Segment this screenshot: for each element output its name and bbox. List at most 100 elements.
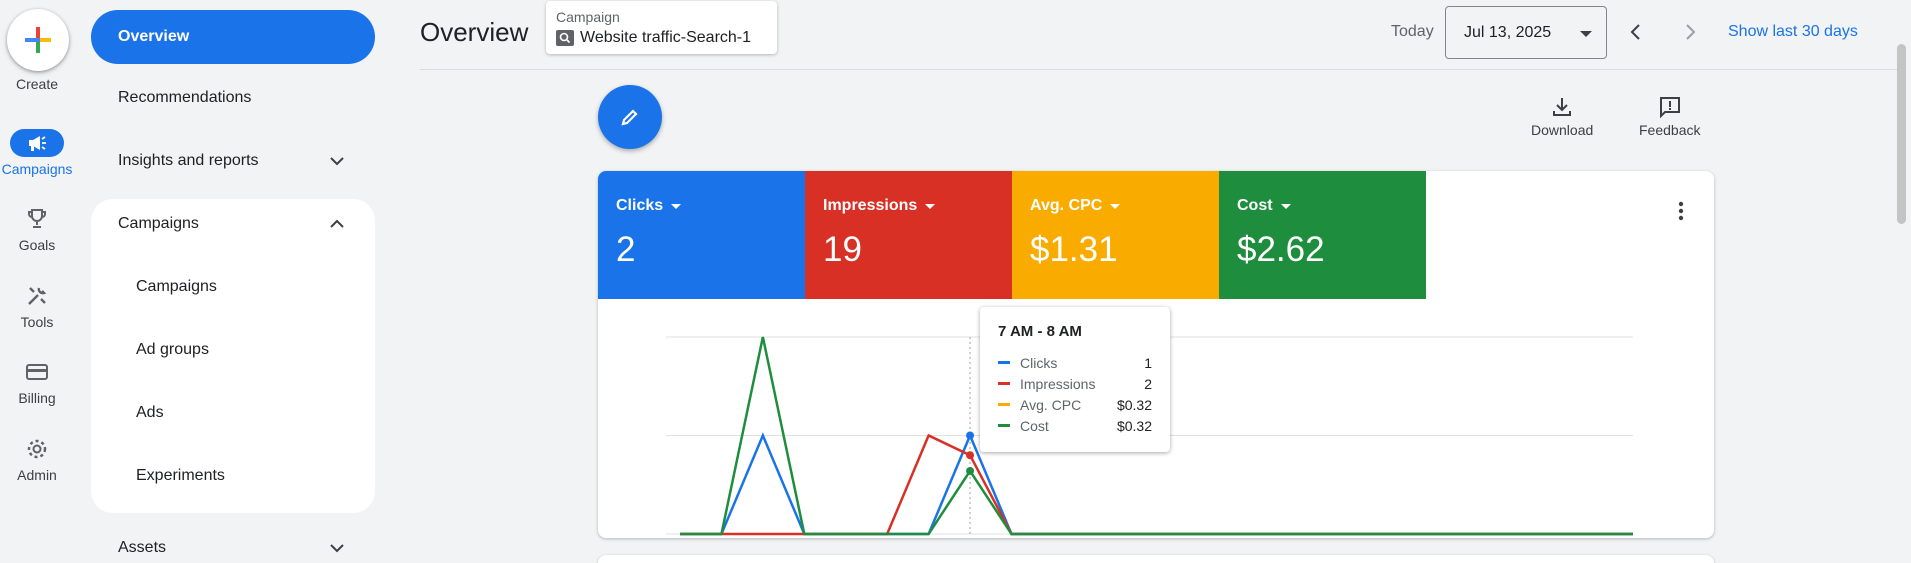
tooltip-label: Cost [1020, 417, 1049, 434]
nav-sub-ad-groups[interactable]: Ad groups [136, 341, 209, 359]
create-button[interactable] [7, 9, 69, 71]
lower-card [598, 555, 1714, 563]
campaign-value: Website traffic-Search-1 [580, 29, 752, 46]
nav-sub-label: Campaigns [136, 278, 217, 295]
legend-swatch [998, 424, 1010, 427]
rail-item-admin[interactable]: Admin [0, 435, 74, 483]
nav-sub-campaigns[interactable]: Campaigns [136, 278, 217, 296]
metric-clicks[interactable]: Clicks 2 [598, 171, 805, 299]
page-title: Overview [420, 17, 529, 47]
nav-sub-label: Ad groups [136, 341, 209, 358]
data-point-clicks [966, 431, 975, 440]
search-campaign-icon [556, 30, 574, 46]
nav-insights[interactable]: Insights and reports [118, 152, 375, 170]
nav-overview-label: Overview [118, 28, 190, 45]
campaign-label: Campaign [556, 9, 620, 25]
campaign-selector[interactable]: Campaign Website traffic-Search-1 [546, 1, 777, 54]
chevron-down-icon [330, 544, 344, 553]
nav-sub-ads[interactable]: Ads [136, 404, 164, 422]
gear-icon [27, 439, 47, 459]
tooltip-row: Clicks 1 [998, 352, 1152, 373]
page-scrollbar[interactable] [1897, 44, 1906, 224]
header-divider [420, 69, 1900, 70]
today-label: Today [1391, 23, 1434, 40]
dropdown-arrow-icon [1280, 203, 1291, 209]
download-button[interactable]: Download [1531, 95, 1593, 138]
data-point-impressions [966, 451, 975, 460]
chevron-up-icon [330, 219, 344, 228]
more-vert-icon[interactable] [1678, 201, 1684, 221]
metric-name: Avg. CPC [1030, 197, 1103, 214]
nav-assets-label: Assets [118, 539, 167, 556]
tools-icon [28, 287, 47, 305]
nav-sub-experiments[interactable]: Experiments [136, 467, 225, 485]
chevron-down-icon [330, 157, 344, 166]
nav-sub-label: Ads [136, 404, 164, 421]
credit-card-icon [26, 364, 48, 380]
tooltip-row: Cost $0.32 [998, 415, 1152, 436]
legend-swatch [998, 361, 1010, 364]
data-point-cost [966, 466, 975, 475]
rail-item-goals[interactable]: Goals [0, 205, 74, 253]
rail-item-campaigns[interactable]: Campaigns [0, 129, 74, 177]
metric-name: Clicks [616, 197, 664, 214]
tooltip-value: 2 [1144, 375, 1152, 392]
show-last-30-days-link[interactable]: Show last 30 days [1728, 23, 1858, 41]
metric-name: Impressions [823, 197, 918, 214]
tooltip-label: Clicks [1020, 354, 1058, 371]
tooltip-row: Impressions 2 [998, 373, 1152, 394]
date-value: Jul 13, 2025 [1464, 23, 1552, 41]
rail-label-goals: Goals [18, 237, 56, 253]
rail-label-billing: Billing [18, 390, 56, 406]
nav-campaigns-group [91, 199, 375, 513]
nav-insights-label: Insights and reports [118, 152, 259, 169]
download-icon [1553, 98, 1572, 116]
tooltip-value: $0.32 [1116, 417, 1152, 434]
trophy-icon [28, 209, 46, 228]
date-selector[interactable]: Jul 13, 2025 [1445, 6, 1607, 59]
feedback-icon [1659, 97, 1680, 119]
feedback-button[interactable]: Feedback [1639, 95, 1700, 138]
tooltip-label: Impressions [1020, 375, 1096, 392]
feedback-label: Feedback [1639, 122, 1701, 138]
metric-value: $2.62 [1237, 230, 1325, 269]
metric-value: $1.31 [1030, 230, 1118, 269]
legend-swatch [998, 403, 1010, 406]
dropdown-arrow-icon [1110, 203, 1121, 209]
edit-button[interactable] [598, 85, 662, 149]
tooltip-row: Avg. CPC $0.32 [998, 394, 1152, 415]
nav-campaigns-header[interactable]: Campaigns [118, 215, 375, 233]
rail-label-admin: Admin [17, 467, 57, 483]
chevron-left-icon[interactable] [1624, 20, 1648, 44]
megaphone-icon [29, 136, 46, 151]
tooltip-value: 1 [1144, 354, 1152, 371]
metric-impressions[interactable]: Impressions 19 [805, 171, 1012, 299]
rail-label-campaigns: Campaigns [1, 161, 73, 177]
tooltip-title: 7 AM - 8 AM [998, 323, 1082, 340]
dropdown-arrow-icon [1580, 31, 1592, 37]
create-label: Create [15, 76, 59, 92]
nav-recommendations-label: Recommendations [118, 89, 252, 106]
metric-avg-cpc[interactable]: Avg. CPC $1.31 [1012, 171, 1219, 299]
chart-tooltip: 7 AM - 8 AM Clicks 1 Impressions 2 Avg. CP… [980, 307, 1170, 452]
rail-label-tools: Tools [20, 314, 54, 330]
tooltip-value: $0.32 [1116, 396, 1152, 413]
metric-value: 2 [616, 230, 636, 269]
left-rail: Create Campaigns Goals Tools Billing Adm… [0, 0, 74, 563]
metric-value: 19 [823, 230, 862, 269]
nav-overview[interactable]: Overview [91, 10, 375, 64]
dropdown-arrow-icon [671, 203, 682, 209]
rail-item-tools[interactable]: Tools [0, 282, 74, 330]
pencil-icon [621, 109, 638, 126]
legend-swatch [998, 382, 1010, 385]
nav-campaigns-label: Campaigns [118, 215, 199, 232]
download-label: Download [1531, 122, 1594, 138]
nav-recommendations[interactable]: Recommendations [118, 89, 251, 107]
plus-icon [25, 27, 51, 53]
rail-item-billing[interactable]: Billing [0, 358, 74, 406]
nav-sub-label: Experiments [136, 467, 225, 484]
chevron-right-icon[interactable] [1678, 20, 1702, 44]
metric-cost[interactable]: Cost $2.62 [1219, 171, 1426, 299]
nav-assets[interactable]: Assets [118, 539, 375, 557]
tooltip-label: Avg. CPC [1020, 396, 1082, 413]
